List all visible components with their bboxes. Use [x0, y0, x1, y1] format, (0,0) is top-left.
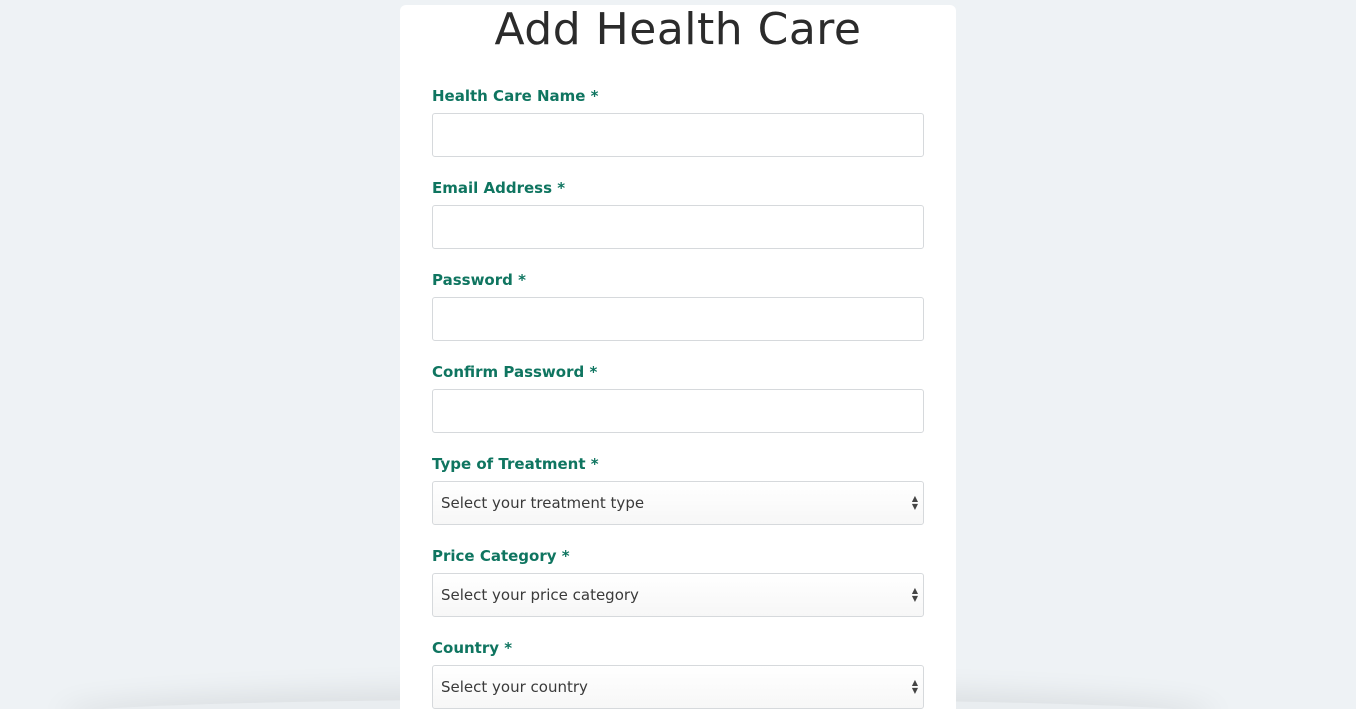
field-email-address: Email Address * — [432, 179, 924, 249]
field-country: Country * Select your country ▲ ▼ — [432, 639, 924, 709]
country-select-value: Select your country — [441, 678, 588, 696]
treatment-type-select[interactable]: Select your treatment type ▲ ▼ — [432, 481, 924, 525]
country-select[interactable]: Select your country ▲ ▼ — [432, 665, 924, 709]
field-health-care-name: Health Care Name * — [432, 87, 924, 157]
confirm-password-input[interactable] — [432, 389, 924, 433]
price-category-label: Price Category * — [432, 547, 570, 565]
up-down-arrows-icon: ▲ ▼ — [911, 494, 919, 511]
field-price-category: Price Category * Select your price categ… — [432, 547, 924, 617]
password-input[interactable] — [432, 297, 924, 341]
email-address-input[interactable] — [432, 205, 924, 249]
page-title: Add Health Care — [494, 4, 862, 55]
page: Add Health Care Health Care Name * Email… — [0, 0, 1356, 709]
field-treatment-type: Type of Treatment * Select your treatmen… — [432, 455, 924, 525]
up-down-arrows-icon: ▲ ▼ — [911, 678, 919, 695]
field-confirm-password: Confirm Password * — [432, 363, 924, 433]
confirm-password-label: Confirm Password * — [432, 363, 598, 381]
price-category-select-value: Select your price category — [441, 586, 639, 604]
health-care-name-label: Health Care Name * — [432, 87, 599, 105]
email-address-label: Email Address * — [432, 179, 566, 197]
password-label: Password * — [432, 271, 526, 289]
form-card: Add Health Care Health Care Name * Email… — [400, 5, 956, 709]
country-label: Country * — [432, 639, 513, 657]
up-down-arrows-icon: ▲ ▼ — [911, 586, 919, 603]
treatment-type-select-value: Select your treatment type — [441, 494, 645, 512]
price-category-select[interactable]: Select your price category ▲ ▼ — [432, 573, 924, 617]
health-care-name-input[interactable] — [432, 113, 924, 157]
treatment-type-label: Type of Treatment * — [432, 455, 599, 473]
field-password: Password * — [432, 271, 924, 341]
